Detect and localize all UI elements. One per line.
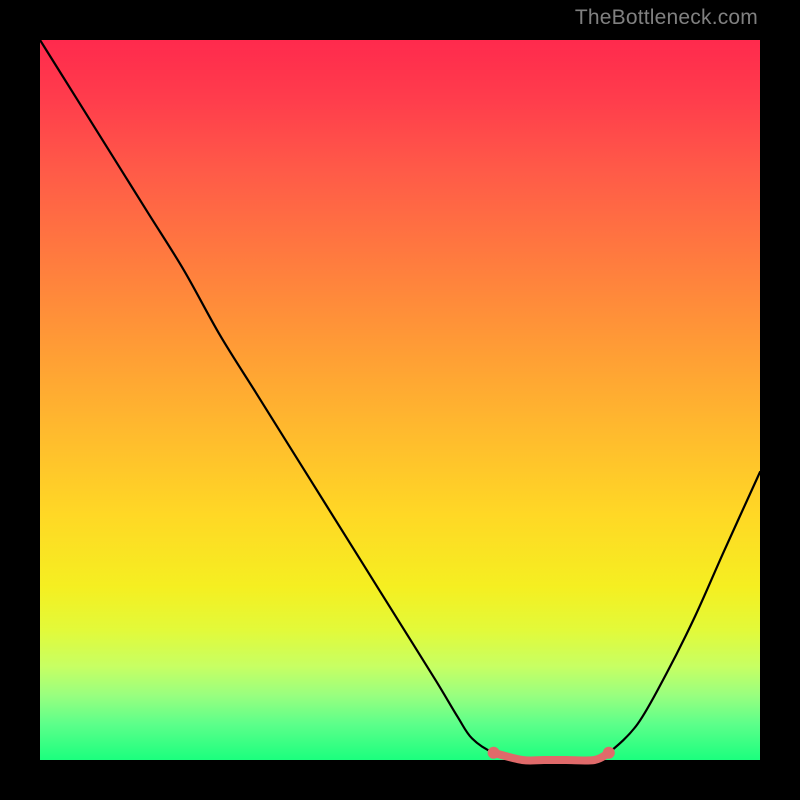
bottleneck-curve	[40, 40, 760, 761]
optimal-range-segment	[494, 753, 609, 761]
curve-layer	[40, 40, 760, 760]
optimal-range-end-dot	[603, 747, 615, 759]
chart-frame: TheBottleneck.com	[0, 0, 800, 800]
watermark-text: TheBottleneck.com	[575, 6, 758, 30]
optimal-range-start-dot	[488, 747, 500, 759]
